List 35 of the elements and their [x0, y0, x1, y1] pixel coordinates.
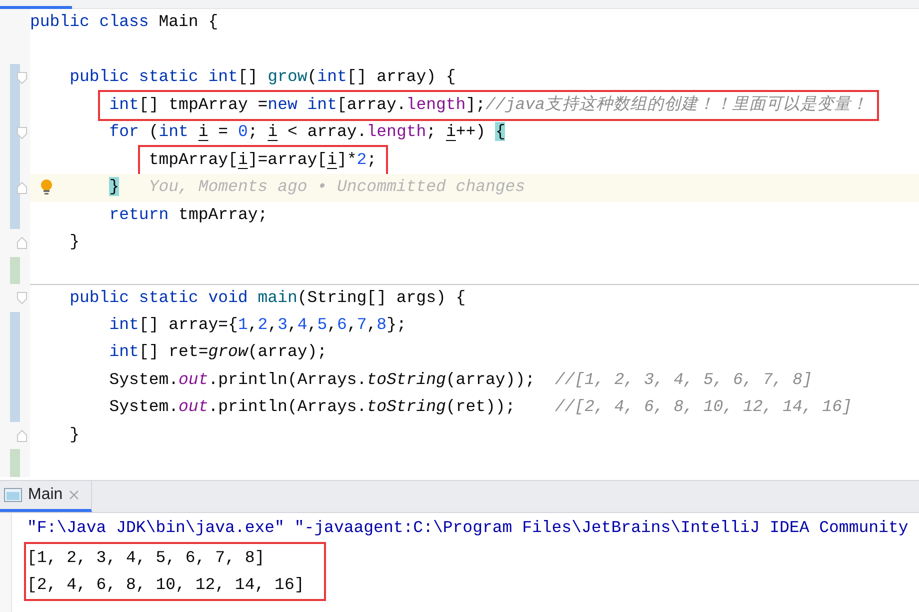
code-line: public static void main(String[] args) {	[70, 286, 466, 309]
fold-icon[interactable]	[17, 237, 27, 249]
inline-blame-hint: You, Moments ago • Uncommitted changes	[148, 176, 526, 198]
vcs-change-marker[interactable]	[10, 394, 20, 422]
code-line: return tmpArray;	[109, 204, 268, 226]
run-tab[interactable]: Main	[0, 481, 92, 512]
editor-tab[interactable]	[0, 6, 72, 9]
code-line: int[] ret=grow(array);	[109, 341, 328, 364]
code-line: tmpArray[i]=array[i]*2;	[148, 150, 377, 169]
vcs-change-marker[interactable]	[10, 202, 20, 229]
code-line: }	[70, 231, 80, 254]
fold-icon[interactable]	[17, 430, 27, 442]
fold-icon[interactable]	[17, 127, 27, 139]
vcs-change-marker[interactable]	[10, 64, 20, 92]
code-line: int[] array={1,2,3,4,5,6,7,8};	[109, 314, 406, 336]
code-line: public static int[] grow(int[] array) {	[70, 66, 456, 88]
close-icon[interactable]	[68, 490, 79, 500]
lightbulb-icon[interactable]	[40, 179, 53, 195]
code-line: for (int i = 0; i < array.length; i++) {	[109, 121, 506, 144]
code-line: }	[70, 424, 80, 446]
fold-icon[interactable]	[17, 72, 27, 84]
console-window-icon	[4, 488, 22, 502]
console-command-line: "F:\Java JDK\bin\java.exe" "-javaagent:C:\Program Files\JetBrains\IntelliJ IDEA Community	[27, 517, 908, 539]
code-line: System.out.println(Arrays.toString(ret)); //[2, 4, 6, 8, 10, 12, 14, 16]	[109, 396, 852, 418]
console-output-line: [2, 4, 6, 8, 10, 12, 14, 16]	[27, 574, 304, 596]
console-output-line: [1, 2, 3, 4, 5, 6, 7, 8]	[27, 546, 266, 568]
vcs-change-marker[interactable]	[10, 312, 20, 339]
code-line: int[] tmpArray =new int[array.length];//java支持这种数组的创建！！里面可以是变量！	[109, 94, 868, 114]
fold-icon[interactable]	[17, 182, 27, 194]
code-line: public class Main {	[30, 11, 218, 34]
vcs-change-marker[interactable]	[10, 256, 20, 284]
fold-icon[interactable]	[17, 292, 27, 304]
editor-gutter	[0, 9, 30, 36]
vcs-change-marker[interactable]	[10, 449, 20, 476]
code-line: System.out.println(Arrays.toString(array)); //[1, 2, 3, 4, 5, 6, 7, 8]	[109, 368, 812, 391]
